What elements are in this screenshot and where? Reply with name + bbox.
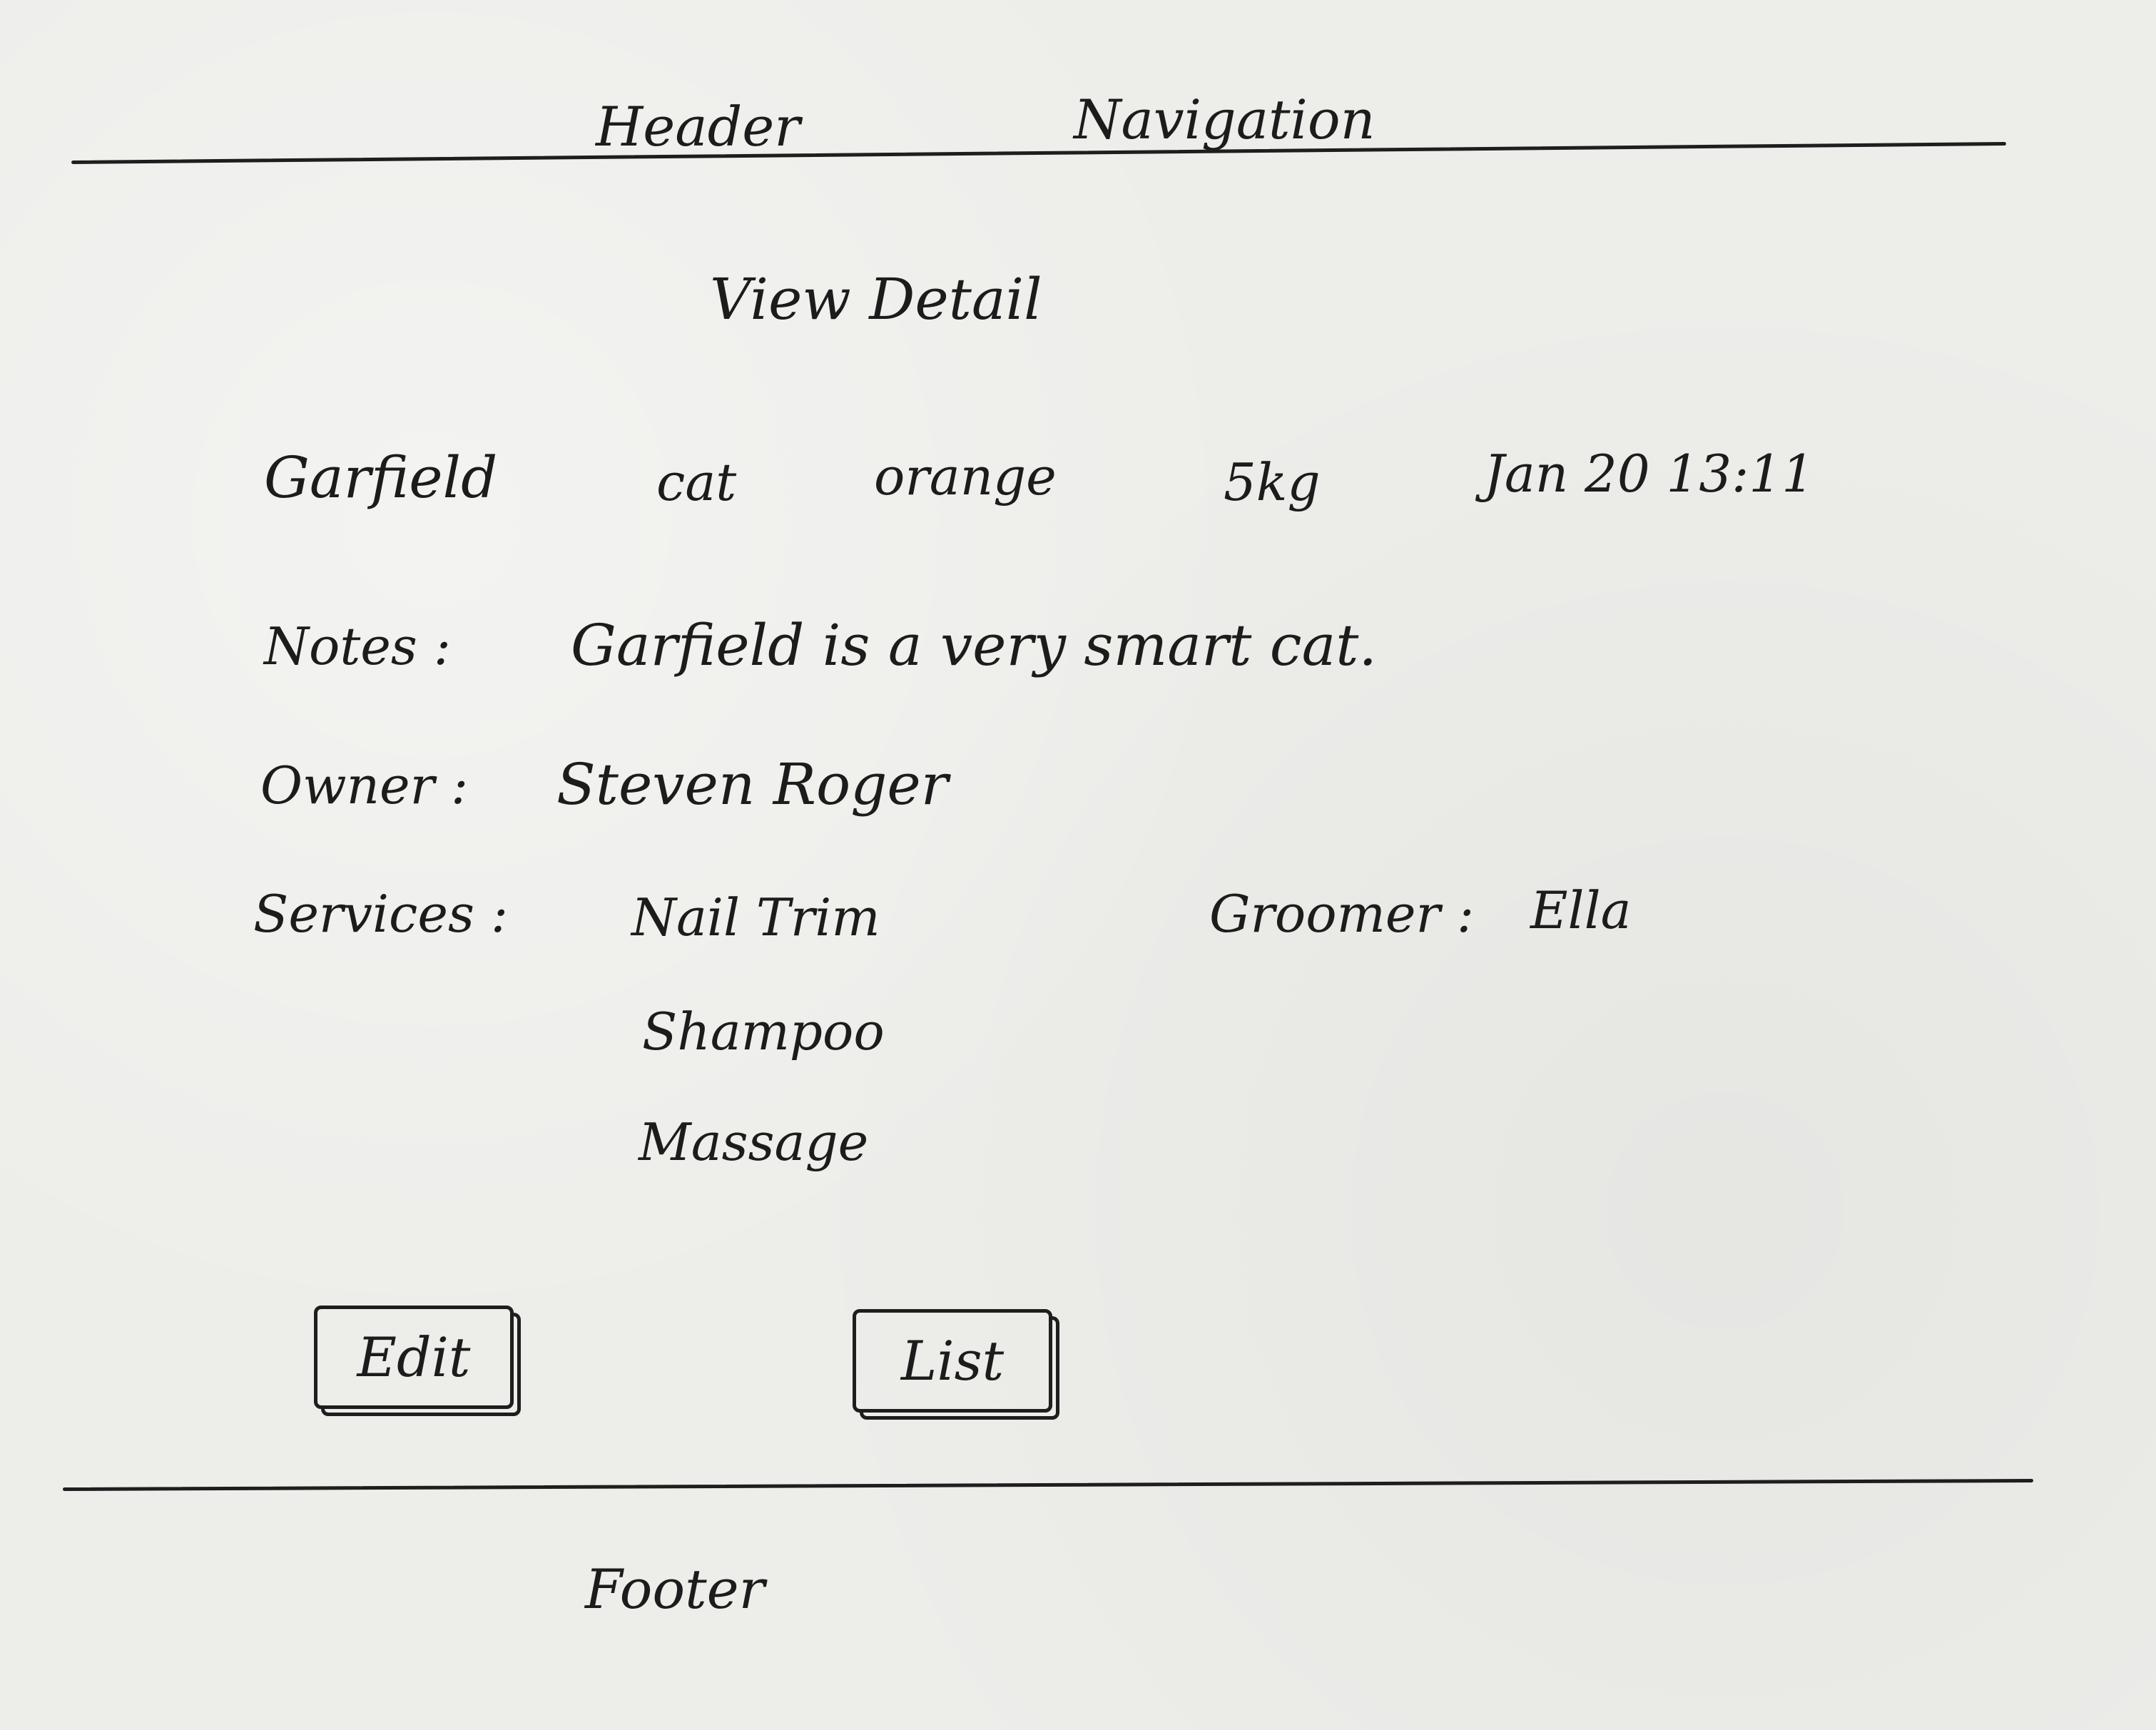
list-button-label: List — [900, 1329, 1005, 1393]
owner-label: Owner : — [260, 755, 469, 815]
notes-label: Notes : — [264, 616, 451, 676]
footer-divider — [62, 1478, 2033, 1491]
pet-species: cat — [656, 452, 737, 512]
service-item: Shampoo — [642, 1002, 885, 1062]
header-title: Header — [596, 95, 800, 158]
pet-name: Garfield — [264, 444, 498, 511]
groomer-label: Groomer : — [1209, 884, 1475, 944]
edit-button-label: Edit — [357, 1326, 471, 1389]
appointment-datetime: Jan 20 13:11 — [1484, 444, 1815, 504]
pet-color: orange — [874, 447, 1057, 507]
edit-button[interactable]: Edit — [314, 1306, 514, 1409]
footer-text: Footer — [585, 1557, 765, 1621]
list-button[interactable]: List — [853, 1309, 1052, 1413]
groomer-value: Ella — [1530, 880, 1632, 940]
sketch-page: Header Navigation View Detail Garfield c… — [0, 0, 2156, 1730]
service-item: Nail Trim — [631, 887, 880, 947]
navigation-link[interactable]: Navigation — [1074, 93, 1376, 147]
notes-value: Garfield is a very smart cat. — [571, 612, 1377, 678]
services-label: Services : — [253, 884, 509, 944]
pet-weight: 5kg — [1224, 452, 1321, 512]
owner-value: Steven Roger — [556, 751, 948, 818]
header-divider — [71, 141, 2006, 164]
page-title: View Detail — [710, 266, 1042, 332]
service-item: Massage — [639, 1112, 869, 1172]
